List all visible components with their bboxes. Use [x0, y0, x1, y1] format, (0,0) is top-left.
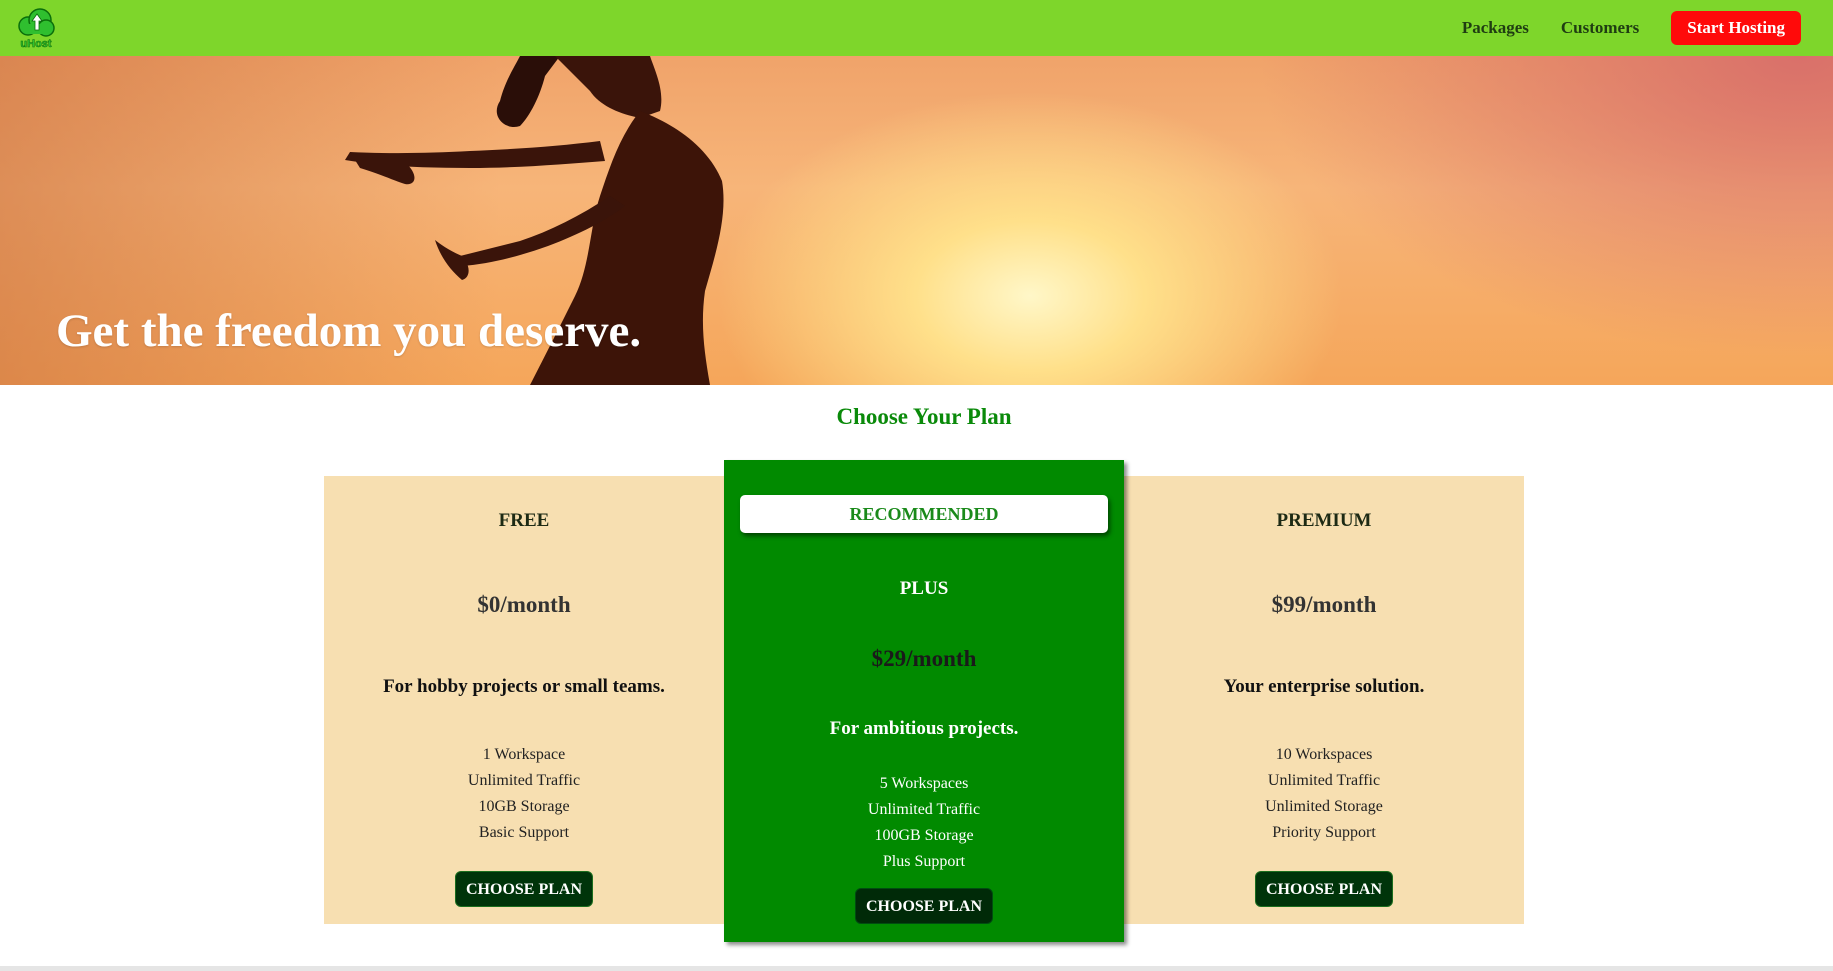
plan-features: 5 Workspaces Unlimited Traffic 100GB Sto… [724, 771, 1124, 875]
hero-banner: Get the freedom you deserve. [0, 56, 1833, 385]
choose-plan-plus-button[interactable]: CHOOSE PLAN [854, 888, 994, 924]
feature-item: Unlimited Storage [1265, 798, 1383, 815]
plan-features: 10 Workspaces Unlimited Traffic Unlimite… [1124, 742, 1524, 846]
feature-item: 100GB Storage [874, 827, 974, 844]
plan-price: $0/month [477, 592, 571, 617]
page-bottom-divider [0, 966, 1833, 971]
plan-tagline: For ambitious projects. [829, 718, 1019, 739]
hero-title: Get the freedom you deserve. [56, 305, 642, 357]
start-hosting-button[interactable]: Start Hosting [1671, 11, 1801, 45]
feature-item: Basic Support [478, 824, 570, 841]
plan-features: 1 Workspace Unlimited Traffic 10GB Stora… [324, 742, 724, 846]
feature-item: 5 Workspaces [879, 775, 969, 792]
feature-item: Unlimited Traffic [1267, 772, 1381, 789]
choose-plan-free-button[interactable]: CHOOSE PLAN [454, 871, 594, 907]
choose-plan-premium-button[interactable]: CHOOSE PLAN [1254, 871, 1394, 907]
plan-card-premium: PREMIUM $99/month Your enterprise soluti… [1124, 476, 1524, 924]
plan-tagline: Your enterprise solution. [1223, 676, 1425, 697]
feature-item: 1 Workspace [482, 746, 566, 763]
feature-item: Unlimited Traffic [867, 801, 981, 818]
nav-link-customers[interactable]: Customers [1561, 18, 1639, 38]
cloud-logo-icon: uHost [18, 8, 55, 50]
main-header: uHost Packages Customers Start Hosting [0, 0, 1833, 56]
plan-price: $29/month [871, 646, 977, 671]
plan-card-plus: RECOMMENDED PLUS $29/month For ambitious… [724, 460, 1124, 942]
feature-item: 10GB Storage [478, 798, 570, 815]
plan-tagline: For hobby projects or small teams. [383, 676, 665, 697]
plan-name: PREMIUM [1276, 510, 1372, 531]
plan-card-free: FREE $0/month For hobby projects or smal… [324, 476, 724, 924]
plan-name: PLUS [899, 578, 949, 599]
plan-price: $99/month [1271, 592, 1377, 617]
feature-item: Priority Support [1272, 824, 1376, 841]
feature-item: Unlimited Traffic [467, 772, 581, 789]
feature-item: Plus Support [882, 853, 966, 870]
recommended-badge: RECOMMENDED [740, 495, 1108, 533]
uhost-logo[interactable]: uHost [14, 6, 58, 50]
plans-title: Choose Your Plan [836, 404, 1012, 429]
nav-link-packages[interactable]: Packages [1462, 18, 1529, 38]
logo-text: uHost [20, 38, 52, 50]
main-nav: Packages Customers Start Hosting [1462, 0, 1801, 56]
feature-item: 10 Workspaces [1275, 746, 1373, 763]
plan-name: FREE [498, 510, 550, 531]
